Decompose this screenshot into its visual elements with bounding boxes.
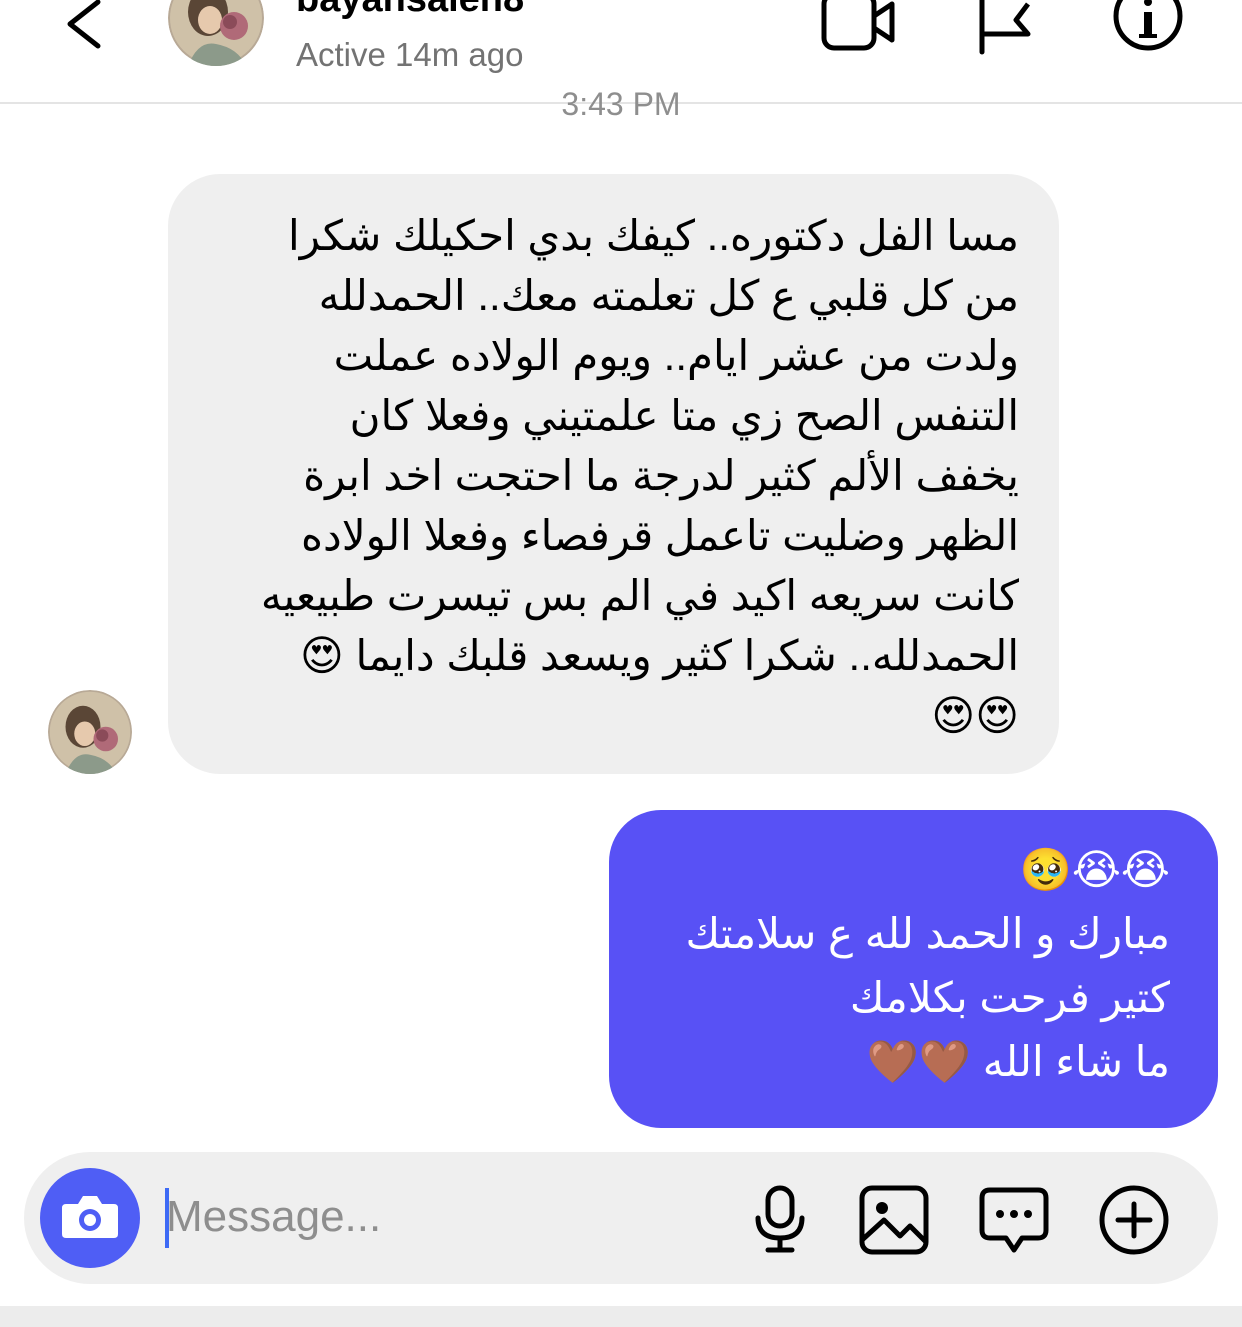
message-composer (24, 1152, 1218, 1284)
outgoing-message-bubble[interactable]: 😭😭🥹 مبارك و الحمد لله ع سلامتك كتير فرحت… (609, 810, 1218, 1128)
info-icon (1113, 0, 1183, 51)
chevron-left-icon (67, 0, 101, 49)
image-icon (859, 1185, 929, 1255)
avatar[interactable] (168, 0, 264, 66)
incoming-message-text: مسا الفل دكتوره.. كيفك بدي احكيلك شكرا م… (260, 212, 1019, 739)
chat-bubble-icon (979, 1187, 1049, 1253)
active-status: Active 14m ago (296, 36, 524, 73)
camera-button[interactable] (40, 1168, 140, 1268)
gallery-button[interactable] (856, 1182, 932, 1258)
avatar-portrait-icon (48, 690, 132, 774)
voice-message-button[interactable] (742, 1182, 818, 1258)
avatar-portrait-icon (168, 0, 264, 66)
message-timestamp: 3:43 PM (0, 84, 1242, 120)
report-flag-button[interactable] (970, 0, 1050, 60)
message-input[interactable] (166, 1186, 726, 1248)
plus-circle-icon (1099, 1185, 1169, 1255)
outgoing-message-text: 😭😭🥹 مبارك و الحمد لله ع سلامتك كتير فرحت… (685, 846, 1171, 1085)
sticker-button[interactable] (976, 1182, 1052, 1258)
microphone-icon (755, 1185, 805, 1253)
video-camera-icon (821, 0, 895, 51)
back-button[interactable] (58, 0, 118, 64)
flag-icon (979, 0, 1031, 55)
timestamp-text: 3:43 PM (561, 86, 681, 120)
bottom-bar (0, 1306, 1242, 1327)
video-call-button[interactable] (818, 0, 898, 60)
info-button[interactable] (1108, 0, 1188, 60)
add-content-button[interactable] (1096, 1182, 1172, 1258)
incoming-message-bubble[interactable]: مسا الفل دكتوره.. كيفك بدي احكيلك شكرا م… (168, 174, 1059, 774)
sender-avatar[interactable] (48, 690, 132, 774)
username[interactable]: bayansaleh8 (296, 0, 524, 21)
camera-icon (62, 1196, 118, 1238)
